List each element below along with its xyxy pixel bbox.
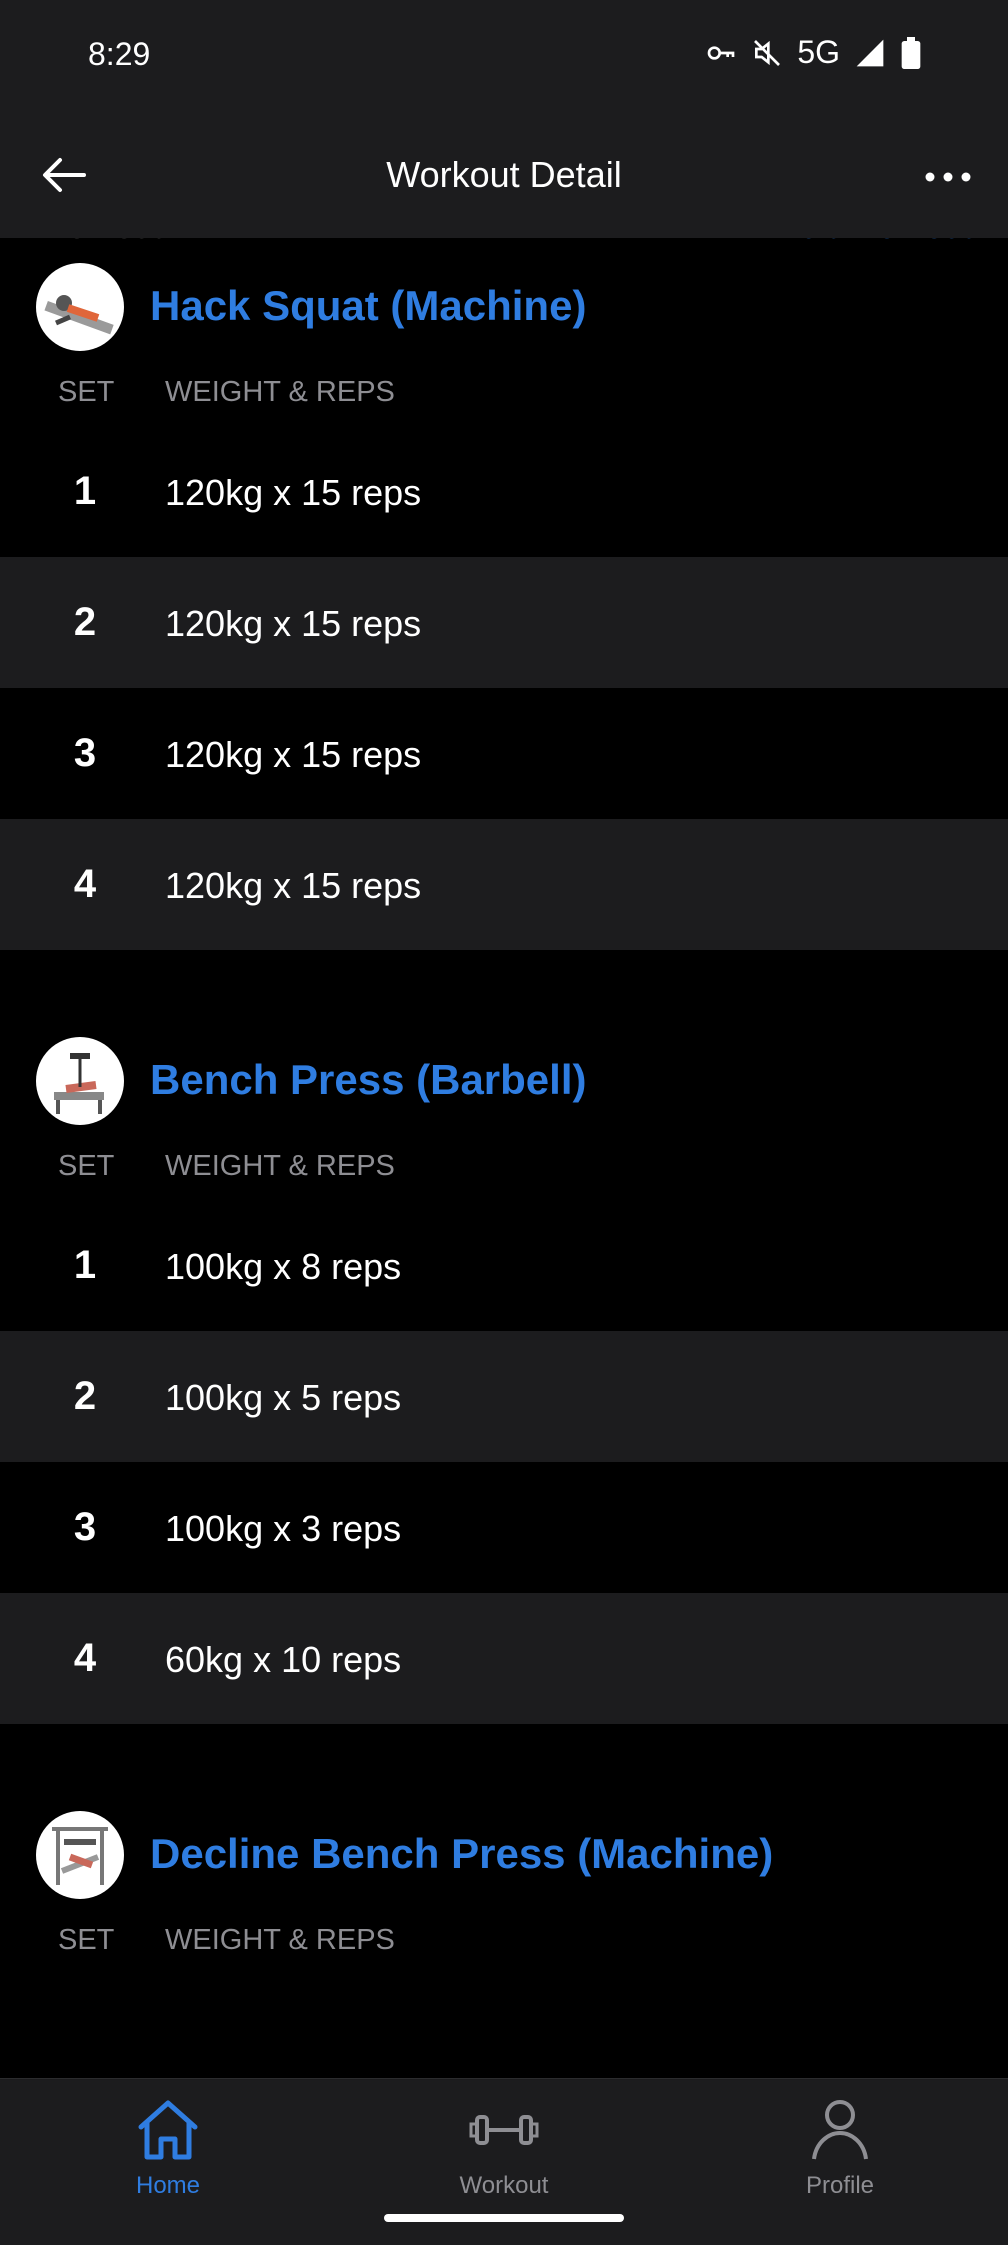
- exercise-header[interactable]: Hack Squat (Machine): [0, 238, 1008, 351]
- set-value: 120kg x 15 reps: [165, 734, 422, 775]
- dumbbell-icon: [469, 2115, 539, 2145]
- weight-reps-column-label: WEIGHT & REPS: [165, 1924, 395, 1956]
- sets-column-header: SET WEIGHT & REPS: [0, 1886, 1008, 1974]
- exercise-name[interactable]: Decline Bench Press (Machine): [150, 1830, 773, 1878]
- profile-icon: [812, 2100, 868, 2160]
- status-time: 8:29: [88, 36, 151, 72]
- set-value: 100kg x 8 reps: [165, 1246, 402, 1287]
- set-value: 120kg x 15 reps: [165, 472, 422, 513]
- set-number: 1: [73, 469, 97, 513]
- mute-icon: [754, 39, 781, 66]
- exercise-card: Decline Bench Press (Machine) SET WEIGHT…: [0, 1756, 1008, 1974]
- exercise-header[interactable]: Decline Bench Press (Machine): [0, 1756, 1008, 1899]
- weight-reps-column-label: WEIGHT & REPS: [165, 376, 395, 408]
- exercise-name[interactable]: Bench Press (Barbell): [150, 1056, 587, 1104]
- set-row: 4 120kg x 15 reps: [0, 819, 1008, 950]
- set-number: 4: [73, 1636, 97, 1680]
- set-value: 120kg x 15 reps: [165, 603, 422, 644]
- set-row: 2 100kg x 5 reps: [0, 1331, 1008, 1462]
- network-type: 5G: [797, 34, 840, 70]
- nav-workout-label: Workout: [459, 2172, 549, 2199]
- set-number: 3: [73, 731, 97, 775]
- set-column-label: SET: [58, 1150, 115, 1182]
- vpn-key-icon: [707, 45, 735, 60]
- home-icon: [138, 2100, 198, 2160]
- set-row: 2 120kg x 15 reps: [0, 557, 1008, 688]
- set-column-label: SET: [58, 376, 115, 408]
- sets-column-header: SET WEIGHT & REPS: [0, 1112, 1008, 1200]
- exercise-card: Hack Squat (Machine) SET WEIGHT & REPS 1…: [0, 238, 1008, 950]
- set-value: 100kg x 5 reps: [165, 1377, 402, 1418]
- sets-column-header: SET WEIGHT & REPS: [0, 338, 1008, 426]
- weight-reps-column-label: WEIGHT & REPS: [165, 1150, 395, 1182]
- workout-content[interactable]: Workout Edit Workout Hack Squat (Machine…: [0, 238, 1008, 2078]
- app-bar: Workout Detail: [0, 112, 1008, 238]
- nav-home[interactable]: Home: [68, 2097, 268, 2200]
- set-value: 100kg x 3 reps: [165, 1508, 402, 1549]
- battery-icon: [901, 36, 921, 69]
- home-indicator[interactable]: [384, 2214, 624, 2222]
- exercise-card: Bench Press (Barbell) SET WEIGHT & REPS …: [0, 982, 1008, 1724]
- signal-icon: [856, 39, 884, 66]
- more-options-icon[interactable]: [918, 152, 978, 202]
- nav-home-label: Home: [135, 2172, 201, 2199]
- nav-profile-label: Profile: [805, 2172, 875, 2199]
- set-row: 1 120kg x 15 reps: [0, 426, 1008, 557]
- set-number: 2: [73, 600, 97, 644]
- nav-workout[interactable]: Workout: [404, 2097, 604, 2200]
- status-bar: 8:29 5G: [0, 0, 1008, 112]
- set-number: 1: [73, 1243, 97, 1287]
- exercise-name[interactable]: Hack Squat (Machine): [150, 282, 586, 330]
- set-row: 3 120kg x 15 reps: [0, 688, 1008, 819]
- page-title: Workout Detail: [386, 154, 622, 195]
- exercise-header[interactable]: Bench Press (Barbell): [0, 982, 1008, 1125]
- set-row: 3 100kg x 3 reps: [0, 1462, 1008, 1593]
- set-row: 1 100kg x 8 reps: [0, 1200, 1008, 1331]
- status-icons: 5G: [705, 34, 922, 71]
- nav-profile[interactable]: Profile: [740, 2097, 940, 2200]
- set-number: 3: [73, 1505, 97, 1549]
- set-number: 2: [73, 1374, 97, 1418]
- set-value: 120kg x 15 reps: [165, 865, 422, 906]
- set-row: 4 60kg x 10 reps: [0, 1593, 1008, 1724]
- set-value: 60kg x 10 reps: [165, 1639, 402, 1680]
- set-column-label: SET: [58, 1924, 115, 1956]
- set-number: 4: [73, 862, 97, 906]
